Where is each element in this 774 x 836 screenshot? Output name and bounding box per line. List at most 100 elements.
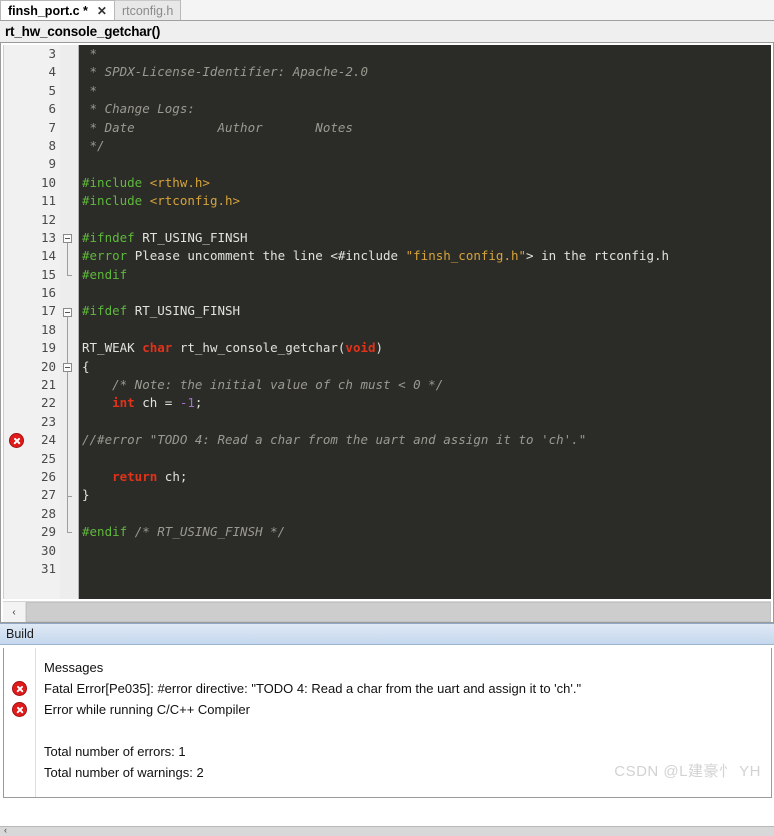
line-number: 26: [40, 468, 56, 484]
code-token: */: [82, 137, 105, 153]
build-output-panel[interactable]: Messages Fatal Error[Pe035]: #error dire…: [3, 648, 772, 798]
fold-range-end: [67, 495, 72, 497]
code-token: {: [82, 358, 90, 374]
code-line[interactable]: #error Please uncomment the line <#inclu…: [82, 247, 771, 265]
messages-column-header: Messages: [44, 660, 104, 675]
error-icon: [12, 702, 27, 717]
line-number: 22: [40, 395, 56, 411]
close-icon[interactable]: ✕: [97, 5, 107, 17]
fold-collapse-icon[interactable]: [63, 234, 72, 243]
fold-collapse-icon[interactable]: [63, 362, 72, 372]
code-line[interactable]: #ifndef RT_USING_FINSH: [82, 229, 771, 247]
code-line[interactable]: * Change Logs:: [82, 100, 771, 118]
code-token: RT_USING_FINSH: [142, 229, 248, 245]
code-token: > in the rtconfig.h: [526, 248, 670, 264]
message-error-icon-row: [4, 699, 35, 720]
code-token: #include: [82, 193, 150, 209]
code-line[interactable]: [82, 284, 771, 302]
code-line[interactable]: *: [82, 45, 771, 63]
build-message[interactable]: Fatal Error[Pe035]: #error directive: "T…: [44, 678, 771, 699]
code-token: int: [112, 395, 135, 411]
line-number-gutter: 3 4 5 6 7 8 9 10 11 12 13 14 15 16 17 18 19 20 21 22 23 24 25 2…: [32, 45, 60, 599]
code-token: ;: [194, 395, 203, 411]
tab-bar-filler: [181, 0, 774, 20]
line-number: 23: [40, 413, 56, 429]
scroll-left-arrow-icon[interactable]: ‹: [3, 602, 26, 622]
breakpoint-margin[interactable]: [4, 45, 32, 599]
code-line[interactable]: #endif /* RT_USING_FINSH */: [82, 523, 771, 541]
line-number: 14: [40, 248, 56, 264]
code-line[interactable]: [82, 321, 771, 339]
line-number: 3: [48, 46, 56, 61]
tab-label: finsh_port.c *: [8, 3, 88, 18]
code-line[interactable]: [82, 542, 771, 560]
code-line[interactable]: #include <rtconfig.h>: [82, 192, 771, 210]
code-token: #include: [82, 174, 150, 190]
tab-rtconfig-h[interactable]: rtconfig.h: [114, 0, 182, 20]
code-line[interactable]: *: [82, 82, 771, 100]
code-line[interactable]: #endif: [82, 266, 771, 284]
code-token: return: [112, 468, 158, 484]
line-number: 30: [40, 542, 56, 558]
code-line[interactable]: #ifdef RT_USING_FINSH: [82, 302, 771, 320]
code-line[interactable]: [82, 211, 771, 229]
code-line[interactable]: return ch;: [82, 468, 771, 486]
code-folding-margin[interactable]: [60, 45, 79, 599]
line-number: 12: [40, 211, 56, 227]
code-token: void: [345, 340, 376, 356]
current-function-label: rt_hw_console_getchar(): [5, 24, 161, 39]
code-line[interactable]: //#error "TODO 4: Read a char from the u…: [82, 431, 771, 449]
line-number: 9: [48, 156, 56, 172]
code-token: <rthw.h>: [149, 174, 210, 190]
code-token: /* RT_USING_FINSH */: [134, 524, 286, 540]
build-panel-title: Build: [6, 627, 34, 641]
code-line[interactable]: [82, 560, 771, 578]
code-line[interactable]: #include <rthw.h>: [82, 174, 771, 192]
code-line[interactable]: /* Note: the initial value of ch must < …: [82, 376, 771, 394]
fold-range-end: [67, 532, 72, 534]
code-line[interactable]: * SPDX-License-Identifier: Apache-2.0: [82, 63, 771, 81]
code-token: Please uncomment the line <#include: [134, 248, 406, 264]
line-number: 18: [40, 321, 56, 337]
code-line[interactable]: }: [82, 486, 771, 504]
code-token: #error: [82, 248, 135, 264]
line-number: 6: [48, 101, 56, 117]
line-number: 17: [40, 303, 56, 319]
scroll-left-arrow-icon[interactable]: ‹: [4, 825, 7, 835]
error-marker-icon[interactable]: [9, 433, 24, 449]
function-navigation-bar[interactable]: rt_hw_console_getchar(): [0, 21, 774, 43]
code-token: "finsh_config.h": [405, 248, 527, 264]
code-token: rt_hw_console_getchar(: [172, 340, 346, 356]
build-summary-errors: Total number of errors: 1: [44, 744, 186, 759]
code-line[interactable]: int ch = -1;: [82, 394, 771, 412]
code-token: }: [82, 487, 90, 503]
code-line[interactable]: [82, 155, 771, 173]
line-number: 15: [40, 266, 56, 282]
editor-horizontal-scrollbar[interactable]: ‹: [3, 601, 771, 622]
line-number: 16: [40, 285, 56, 301]
code-text-area[interactable]: * * SPDX-License-Identifier: Apache-2.0 …: [79, 45, 771, 599]
fold-collapse-icon[interactable]: [63, 307, 72, 317]
code-line[interactable]: [82, 505, 771, 523]
build-panel-header[interactable]: Build: [0, 623, 774, 645]
code-token: RT_USING_FINSH: [134, 303, 241, 319]
bottom-scrollbar[interactable]: ‹: [0, 825, 774, 836]
line-number: 21: [40, 377, 56, 393]
line-number: 10: [40, 174, 56, 190]
code-line[interactable]: {: [82, 358, 771, 376]
code-editor[interactable]: 3 4 5 6 7 8 9 10 11 12 13 14 15 16 17 18 19 20 21 22 23 24 25 2…: [3, 45, 771, 599]
error-icon: [12, 681, 27, 696]
scrollbar-thumb[interactable]: [26, 602, 771, 622]
code-line[interactable]: */: [82, 137, 771, 155]
code-token: #endif: [82, 266, 128, 282]
code-line[interactable]: [82, 413, 771, 431]
code-token: * Change Logs:: [82, 101, 195, 117]
code-line[interactable]: [82, 450, 771, 468]
line-number: 31: [40, 560, 56, 576]
code-line[interactable]: * Date Author Notes: [82, 119, 771, 137]
tab-finsh-port-c[interactable]: finsh_port.c * ✕: [0, 0, 115, 20]
code-line[interactable]: RT_WEAK char rt_hw_console_getchar(void): [82, 339, 771, 357]
build-message[interactable]: Error while running C/C++ Compiler: [44, 699, 771, 720]
